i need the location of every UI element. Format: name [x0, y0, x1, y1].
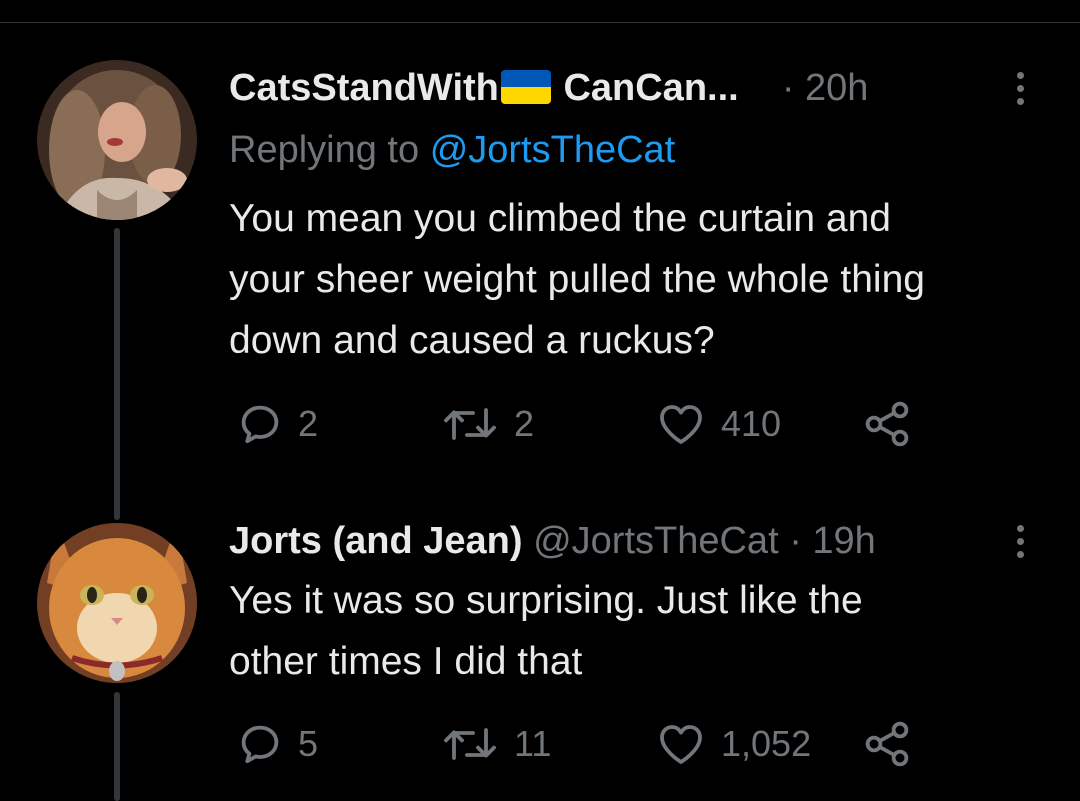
like-button[interactable]: 410: [655, 400, 781, 448]
heart-icon: [660, 725, 702, 764]
retweet-button[interactable]: 11: [440, 720, 551, 768]
thread-connector: [114, 228, 120, 520]
replying-label: Replying to: [229, 129, 420, 171]
reply-button[interactable]: 5: [236, 720, 318, 768]
replying-to: Replying to @JortsTheCat: [229, 127, 675, 173]
share-icon: [865, 401, 909, 447]
user-handle[interactable]: @JortsTheCat: [533, 520, 779, 562]
thread-connector: [114, 692, 120, 801]
like-button[interactable]: 1,052: [655, 720, 811, 768]
mention-link[interactable]: @JortsTheCat: [430, 129, 676, 171]
reply-icon: [241, 405, 279, 444]
like-count: 1,052: [721, 723, 812, 764]
share-button[interactable]: [862, 720, 914, 768]
ukraine-flag-icon: [500, 70, 551, 104]
display-name[interactable]: Jorts (and Jean): [229, 520, 523, 562]
retweet-icon: [444, 408, 496, 440]
tweet-header: Jorts (and Jean) @JortsTheCat · 19h: [229, 518, 876, 564]
retweet-count: 2: [514, 403, 535, 444]
timestamp[interactable]: · 19h: [789, 520, 876, 562]
tweet-thread: CatsStandWith CanCan... · 20h Replying t…: [0, 0, 1080, 801]
tweet-text-line: Yes it was so surprising. Just like the: [229, 579, 863, 622]
reply-icon: [241, 725, 279, 764]
tweet-text-line: down and caused a ruckus?: [229, 319, 715, 362]
timestamp[interactable]: · 20h: [782, 67, 869, 109]
retweet-button[interactable]: 2: [440, 400, 534, 448]
retweet-icon: [444, 728, 496, 760]
tweet-2[interactable]: Jorts (and Jean) @JortsTheCat · 19h Yes …: [0, 520, 1080, 801]
like-count: 410: [721, 403, 782, 444]
avatar[interactable]: [37, 60, 197, 220]
reply-count: 2: [298, 403, 319, 444]
share-icon: [865, 721, 909, 767]
tweet-header: CatsStandWith CanCan... · 20h: [229, 65, 868, 111]
avatar[interactable]: [37, 523, 197, 683]
tweet-text: Yes it was so surprising. Just like the …: [229, 570, 1049, 692]
tweet-text-line: your sheer weight pulled the whole thing: [229, 258, 925, 301]
avatar-image: [37, 523, 197, 683]
tweet-text-line: You mean you climbed the curtain and: [229, 197, 891, 240]
more-icon[interactable]: [1005, 65, 1035, 111]
tweet-text: You mean you climbed the curtain and you…: [229, 188, 1049, 371]
share-button[interactable]: [862, 400, 914, 448]
display-name[interactable]: CatsStandWith: [229, 67, 499, 109]
heart-icon: [660, 405, 702, 444]
display-name-suffix[interactable]: CanCan...: [563, 67, 738, 109]
reply-button[interactable]: 2: [236, 400, 318, 448]
more-icon[interactable]: [1005, 518, 1035, 564]
avatar-image: [37, 60, 197, 220]
tweet-1[interactable]: CatsStandWith CanCan... · 20h Replying t…: [0, 0, 1080, 520]
reply-count: 5: [298, 723, 319, 764]
tweet-text-line: other times I did that: [229, 640, 583, 683]
retweet-count: 11: [514, 723, 552, 764]
